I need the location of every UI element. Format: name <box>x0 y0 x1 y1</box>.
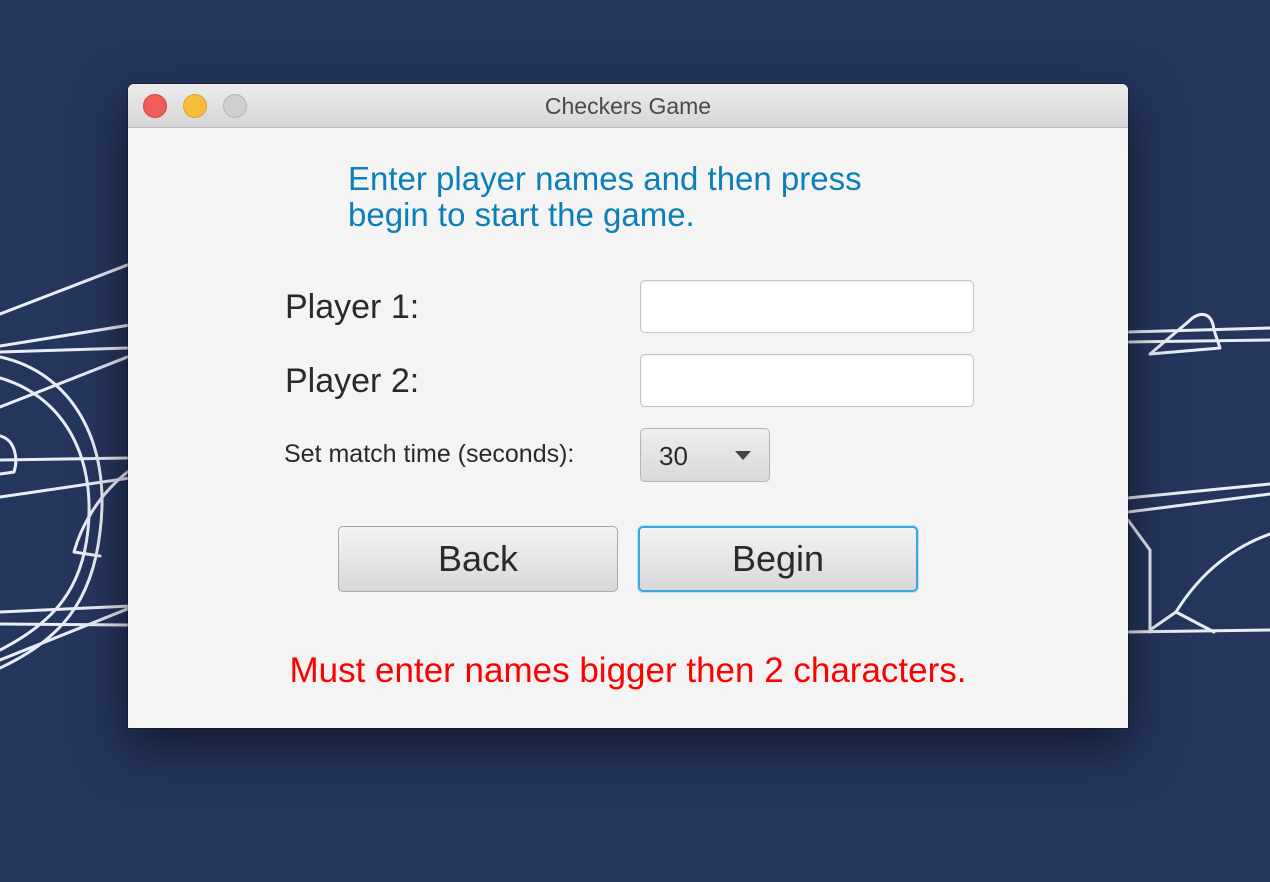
instructions-text: Enter player names and then press begin … <box>348 161 948 233</box>
player2-name-input[interactable] <box>640 354 974 407</box>
player1-label: Player 1: <box>285 288 420 326</box>
checkers-game-window: Checkers Game Enter player names and the… <box>128 84 1128 728</box>
error-message: Must enter names bigger then 2 character… <box>289 651 967 690</box>
player2-label: Player 2: <box>285 362 420 400</box>
back-button[interactable]: Back <box>338 526 618 592</box>
title-bar[interactable]: Checkers Game <box>128 84 1128 128</box>
begin-button[interactable]: Begin <box>638 526 918 592</box>
instructions-line-2: begin to start the game. <box>348 196 695 233</box>
window-title: Checkers Game <box>544 93 712 119</box>
instructions-line-1: Enter player names and then press <box>348 160 862 197</box>
chevron-down-icon <box>735 451 751 460</box>
match-time-label: Set match time (seconds): <box>284 440 575 468</box>
match-time-value: 30 <box>659 441 688 471</box>
player1-name-input[interactable] <box>640 280 974 333</box>
match-time-select[interactable]: 30 <box>640 428 770 482</box>
